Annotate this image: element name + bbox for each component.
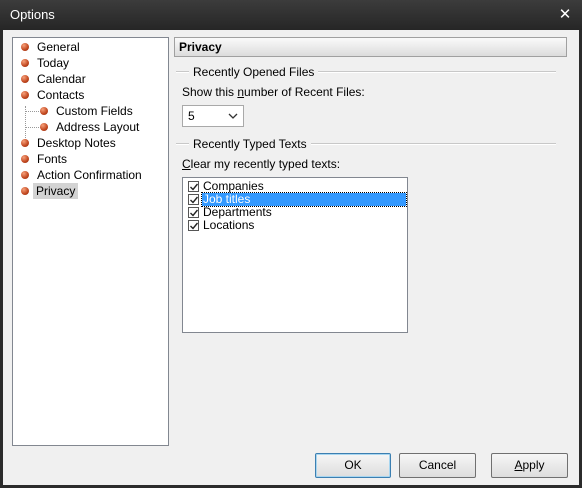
bullet-icon <box>21 187 29 195</box>
bullet-icon <box>21 91 29 99</box>
selected-value: 5 <box>188 109 195 123</box>
tree-item-label: Custom Fields <box>56 104 133 118</box>
bullet-icon <box>21 75 29 83</box>
tree-item-general[interactable]: General <box>13 39 163 55</box>
checkmark-icon <box>190 183 199 191</box>
recent-files-count-select[interactable]: 5 <box>182 105 244 127</box>
tree-item-label: Fonts <box>37 152 68 166</box>
tree-item-label: Desktop Notes <box>37 136 116 150</box>
tree-item-label: Calendar <box>37 72 86 86</box>
checkmark-icon <box>190 209 199 217</box>
tree-item-label: Privacy <box>33 183 79 199</box>
tree-item-privacy[interactable]: Privacy <box>13 183 163 199</box>
prompt-text: Show this <box>182 85 238 99</box>
checkmark-icon <box>190 196 199 204</box>
recent-files-group-label: Recently Opened Files <box>189 65 319 79</box>
close-icon[interactable]: ✕ <box>556 6 574 24</box>
prompt-text: lear my recently typed texts: <box>190 157 341 171</box>
bullet-icon <box>21 139 29 147</box>
tree-item-today[interactable]: Today <box>13 55 163 71</box>
checkmark-icon <box>190 222 199 230</box>
tree-item-contacts[interactable]: Contacts <box>13 87 163 103</box>
tree-item-calendar[interactable]: Calendar <box>13 71 163 87</box>
prompt-text: umber of Recent Files: <box>244 85 365 99</box>
tree-item-label: Action Confirmation <box>37 168 142 182</box>
chevron-down-icon <box>228 113 238 119</box>
bullet-icon <box>21 155 29 163</box>
bullet-icon <box>21 43 29 51</box>
checklist-item-locations[interactable]: Locations <box>186 219 404 232</box>
options-window: Options ✕ General Today Calendar Contact… <box>0 0 582 488</box>
window-title: Options <box>10 7 55 22</box>
tree-item-address-layout[interactable]: Address Layout <box>13 119 163 135</box>
tree-item-desktop-notes[interactable]: Desktop Notes <box>13 135 163 151</box>
dialog-client: General Today Calendar Contacts Custom F… <box>3 30 579 485</box>
bullet-icon <box>40 123 48 131</box>
tree-item-label: Today <box>37 56 70 70</box>
apply-button[interactable]: Apply <box>491 453 568 478</box>
page-title: Privacy <box>174 37 567 57</box>
apply-label: pply <box>522 458 545 472</box>
tree-item-custom-fields[interactable]: Custom Fields <box>13 103 163 119</box>
checklist-item-label: Locations <box>203 218 255 232</box>
cancel-button[interactable]: Cancel <box>399 453 476 478</box>
typed-texts-checklist[interactable]: Companies Job titles Departments Locatio… <box>182 177 408 333</box>
bullet-icon <box>21 59 29 67</box>
tree-item-label: Contacts <box>37 88 85 102</box>
bullet-icon <box>21 171 29 179</box>
tree-item-action-confirmation[interactable]: Action Confirmation <box>13 167 163 183</box>
recent-files-prompt: Show this number of Recent Files: <box>182 85 365 99</box>
recent-texts-prompt: Clear my recently typed texts: <box>182 157 340 171</box>
checkbox[interactable] <box>188 220 199 231</box>
mnemonic: C <box>182 157 191 171</box>
recent-texts-group-label: Recently Typed Texts <box>189 137 311 151</box>
ok-button[interactable]: OK <box>315 453 391 478</box>
options-tree[interactable]: General Today Calendar Contacts Custom F… <box>12 37 169 446</box>
tree-item-label: Address Layout <box>56 120 140 134</box>
mnemonic: A <box>514 458 523 472</box>
checkbox[interactable] <box>188 194 199 205</box>
bullet-icon <box>40 107 48 115</box>
checkbox[interactable] <box>188 207 199 218</box>
tree-item-label: General <box>37 40 80 54</box>
checkbox[interactable] <box>188 181 199 192</box>
tree-item-fonts[interactable]: Fonts <box>13 151 163 167</box>
title-bar[interactable]: Options ✕ <box>0 0 582 30</box>
